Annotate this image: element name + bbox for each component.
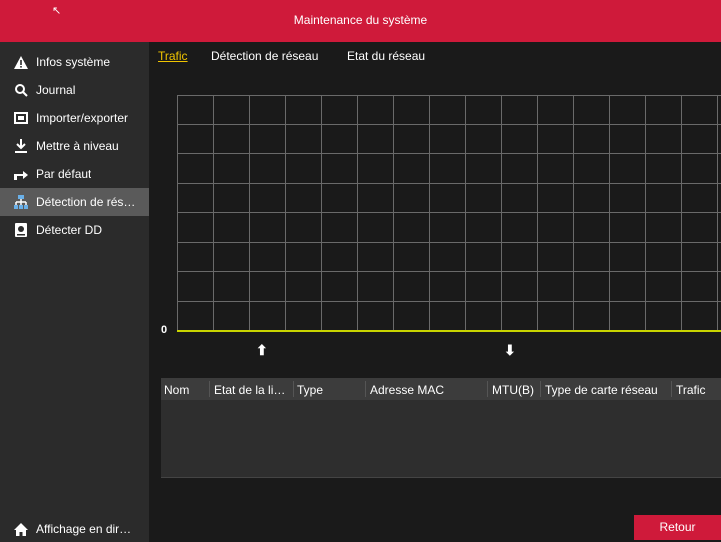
network-interface-table: Nom Etat de la li… Type Adresse MAC MTU(… (161, 378, 721, 478)
sidebar-item-label: Par défaut (36, 167, 92, 181)
column-divider[interactable] (365, 381, 366, 397)
sidebar-item-label: Détection de rés… (36, 195, 136, 209)
traffic-chart (177, 95, 721, 332)
download-arrow-icon: ⬇ (504, 342, 516, 358)
window-title: Maintenance du système (293, 13, 428, 27)
column-header-etat-liaison[interactable]: Etat de la li… (214, 383, 285, 397)
retour-button[interactable]: Retour (634, 515, 721, 540)
sidebar-item-label: Infos système (36, 55, 111, 69)
download-icon (14, 139, 28, 153)
sidebar-item-label: Importer/exporter (36, 111, 129, 125)
chart-grid (177, 95, 721, 332)
sidebar-item-journal[interactable]: Journal (0, 76, 149, 104)
tab-etat-reseau[interactable]: Etat du réseau (347, 49, 425, 63)
sidebar-item-detection-reseau[interactable]: Détection de rés… (0, 188, 149, 216)
sidebar-item-infos-systeme[interactable]: Infos système (0, 48, 149, 76)
sidebar-item-detecter-dd[interactable]: Détecter DD (0, 216, 149, 244)
column-divider[interactable] (293, 381, 294, 397)
search-icon (14, 83, 28, 97)
restore-icon (14, 167, 28, 181)
sidebar-item-label: Journal (36, 83, 76, 97)
y-axis-zero-label: 0 (161, 324, 168, 336)
main-panel: Trafic Détection de réseau Etat du résea… (149, 42, 721, 542)
column-header-trafic[interactable]: Trafic (676, 383, 706, 397)
upload-arrow-icon: ⬆ (256, 342, 268, 358)
sidebar-item-mettre-a-niveau[interactable]: Mettre à niveau (0, 132, 149, 160)
sidebar-item-label: Affichage en dir… (36, 522, 132, 536)
column-header-mtu[interactable]: MTU(B) (492, 383, 534, 397)
tab-bar: Trafic Détection de réseau Etat du résea… (149, 42, 721, 66)
table-header: Nom Etat de la li… Type Adresse MAC MTU(… (161, 378, 721, 400)
column-divider[interactable] (487, 381, 488, 397)
sidebar-item-label: Mettre à niveau (36, 139, 119, 153)
network-icon (14, 195, 28, 209)
column-header-nom[interactable]: Nom (164, 383, 189, 397)
table-body (161, 400, 721, 478)
sidebar-item-affichage-direct[interactable]: Affichage en dir… (0, 516, 149, 542)
column-divider[interactable] (209, 381, 210, 397)
home-icon (14, 522, 28, 536)
column-header-type[interactable]: Type (297, 383, 323, 397)
column-header-adresse-mac[interactable]: Adresse MAC (370, 383, 444, 397)
column-header-type-carte-reseau[interactable]: Type de carte réseau (545, 383, 658, 397)
sidebar-item-par-defaut[interactable]: Par défaut (0, 160, 149, 188)
sidebar: Infos système Journal Importer/exporter … (0, 42, 149, 542)
tab-detection-reseau[interactable]: Détection de réseau (211, 49, 318, 63)
column-divider[interactable] (671, 381, 672, 397)
import-export-icon (14, 111, 28, 125)
column-divider[interactable] (540, 381, 541, 397)
title-bar: ↖ Maintenance du système (0, 0, 721, 42)
sidebar-item-label: Détecter DD (36, 223, 103, 237)
warning-icon (14, 55, 28, 69)
sidebar-item-importer-exporter[interactable]: Importer/exporter (0, 104, 149, 132)
disk-icon (14, 223, 28, 237)
tab-trafic[interactable]: Trafic (158, 49, 188, 63)
